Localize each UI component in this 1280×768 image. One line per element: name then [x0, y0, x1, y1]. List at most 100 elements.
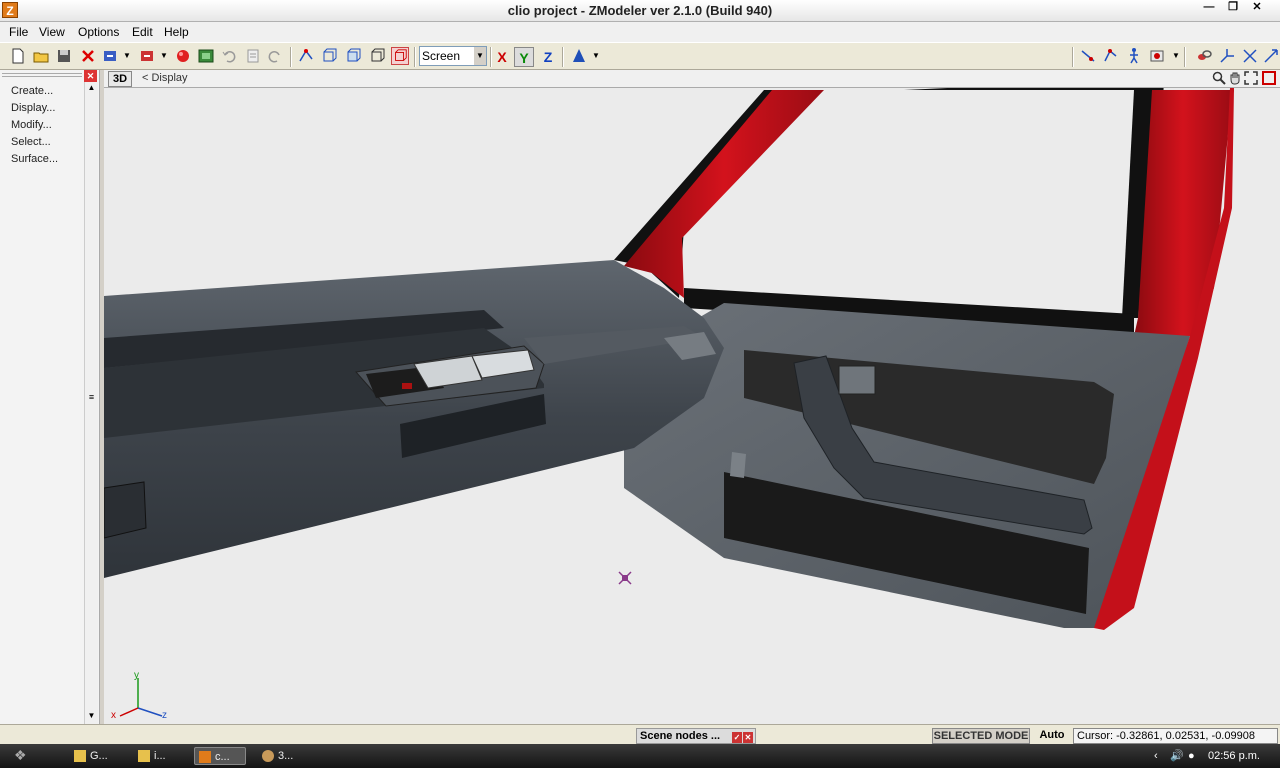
face-select-icon[interactable] [344, 47, 362, 65]
close-button[interactable]: ✕ [1246, 0, 1268, 14]
pivot-dropdown-icon[interactable]: ▼ [592, 51, 600, 60]
scene-nodes-label: Scene nodes ... [640, 730, 721, 742]
chevron-left-icon[interactable]: ‹ [1154, 747, 1158, 765]
taskbar-item-label: G... [90, 750, 108, 762]
toolbar-separator [290, 47, 292, 67]
taskbar-item-folder-2[interactable]: i... [134, 747, 190, 765]
toolbar-separator [562, 47, 564, 67]
volume-icon[interactable]: 🔊 [1170, 747, 1184, 765]
chevron-down-icon: ▼ [474, 47, 486, 65]
edge-select-icon[interactable] [320, 47, 338, 65]
import-icon[interactable] [101, 47, 119, 65]
coordinate-space-value: Screen [422, 49, 461, 63]
selection-mode-indicator[interactable]: SELECTED MODE [932, 728, 1030, 744]
pan-hand-icon[interactable] [1228, 71, 1242, 85]
material-editor-icon[interactable] [197, 47, 215, 65]
menu-bar: File View Options Edit Help [0, 22, 1280, 42]
new-file-icon[interactable] [9, 47, 27, 65]
zoom-extents-icon[interactable] [1244, 71, 1258, 85]
animation-icon[interactable] [1148, 47, 1166, 65]
cursor-coordinates: Cursor: -0.32861, 0.02531, -0.09908 [1073, 728, 1278, 744]
taskbar-item-zmodeler[interactable]: c... [194, 747, 246, 765]
scene-nodes-tab[interactable]: Scene nodes ... ✓ ✕ [636, 728, 756, 744]
export-icon[interactable] [138, 47, 156, 65]
undo-icon[interactable] [220, 47, 238, 65]
delete-icon[interactable] [79, 47, 97, 65]
door-switch [730, 452, 746, 478]
export-dropdown-icon[interactable]: ▼ [160, 51, 168, 60]
maximize-viewport-icon[interactable] [1262, 71, 1276, 85]
status-bar: Scene nodes ... ✓ ✕ SELECTED MODE Auto Cu… [0, 724, 1280, 744]
unlink-icon[interactable] [1241, 47, 1259, 65]
network-icon[interactable]: ● [1188, 747, 1195, 765]
import-dropdown-icon[interactable]: ▼ [123, 51, 131, 60]
menu-help[interactable]: Help [164, 25, 189, 39]
3d-viewport[interactable]: y z x [104, 88, 1280, 724]
toolbar-separator [1072, 47, 1074, 67]
gizmo-x-label: x [111, 710, 116, 721]
restore-button[interactable]: ❐ [1222, 0, 1244, 14]
viewport-mode-button[interactable]: 3D [108, 71, 132, 87]
close-icon[interactable]: ✕ [743, 732, 753, 743]
steering-mount [104, 481, 147, 539]
system-tray: ‹ 🔊 ● 02:56 p.m. [1150, 747, 1280, 765]
animation-dropdown-icon[interactable]: ▼ [1172, 51, 1180, 60]
menu-view[interactable]: View [39, 25, 65, 39]
close-icon[interactable]: ✕ [84, 70, 97, 82]
character-icon[interactable] [1125, 47, 1143, 65]
scroll-down-icon[interactable]: ▼ [85, 710, 98, 722]
menu-edit[interactable]: Edit [132, 25, 153, 39]
axis-y-button[interactable]: Y [514, 47, 534, 67]
viewport-breadcrumb[interactable]: < Display [142, 72, 188, 84]
panel-drag-handle[interactable] [2, 73, 82, 77]
properties-icon[interactable] [244, 47, 262, 65]
vertex-select-icon[interactable] [297, 47, 315, 65]
axis-z-button[interactable]: Z [538, 47, 558, 67]
minimize-button[interactable]: — [1198, 0, 1220, 14]
object-select-icon[interactable] [368, 47, 386, 65]
axis-gizmo-icon[interactable] [1218, 47, 1236, 65]
door-frame-red-left [624, 90, 824, 298]
hazard-button [402, 383, 412, 389]
door-lock-button [838, 365, 876, 395]
panel-item-create[interactable]: Create... [11, 85, 53, 97]
panel-scrollbar[interactable]: ▲ ≡ ▼ [84, 82, 98, 724]
pivot-icon[interactable] [570, 47, 588, 65]
toolbar-separator [414, 47, 416, 67]
axis-x-button[interactable]: X [492, 47, 512, 67]
cursor-marker-center [622, 575, 628, 581]
title-bar: Z clio project - ZModeler ver 2.1.0 (Bui… [0, 0, 1280, 22]
start-button[interactable]: ❖ [14, 747, 40, 765]
selection-lock-icon[interactable] [391, 47, 409, 65]
panel-item-surface[interactable]: Surface... [11, 153, 58, 165]
taskbar-item-folder-1[interactable]: G... [70, 747, 126, 765]
panel-item-modify[interactable]: Modify... [11, 119, 52, 131]
pin-icon[interactable]: ✓ [732, 732, 742, 743]
coordinate-space-select[interactable]: Screen ▼ [419, 46, 487, 66]
taskbar-item-3[interactable]: 3... [258, 747, 314, 765]
main-toolbar: ▼ ▼ Screen ▼ X Y Z ▼ ▼ [0, 42, 1280, 70]
auto-mode-indicator[interactable]: Auto [1034, 728, 1070, 744]
menu-file[interactable]: File [9, 25, 28, 39]
menu-options[interactable]: Options [78, 25, 119, 39]
zoom-icon[interactable] [1212, 71, 1226, 85]
bone-tool-icon[interactable] [1079, 47, 1097, 65]
zmodeler-icon [199, 751, 211, 763]
folder-icon [74, 750, 86, 762]
toolbar-separator [1184, 47, 1186, 67]
transform-icon[interactable] [1262, 47, 1280, 65]
clock[interactable]: 02:56 p.m. [1208, 747, 1260, 765]
scroll-thumb[interactable]: ≡ [87, 392, 96, 412]
panel-item-select[interactable]: Select... [11, 136, 51, 148]
panel-item-display[interactable]: Display... [11, 102, 55, 114]
scroll-up-icon[interactable]: ▲ [85, 82, 98, 94]
viewport-header: 3D < Display [104, 70, 1280, 88]
gizmo-z-axis [137, 707, 163, 717]
save-icon[interactable] [55, 47, 73, 65]
render-sphere-icon[interactable] [174, 47, 192, 65]
redo-icon[interactable] [266, 47, 284, 65]
skin-tool-icon[interactable] [1102, 47, 1120, 65]
folder-icon [138, 750, 150, 762]
open-folder-icon[interactable] [32, 47, 50, 65]
link-icon[interactable] [1195, 47, 1213, 65]
